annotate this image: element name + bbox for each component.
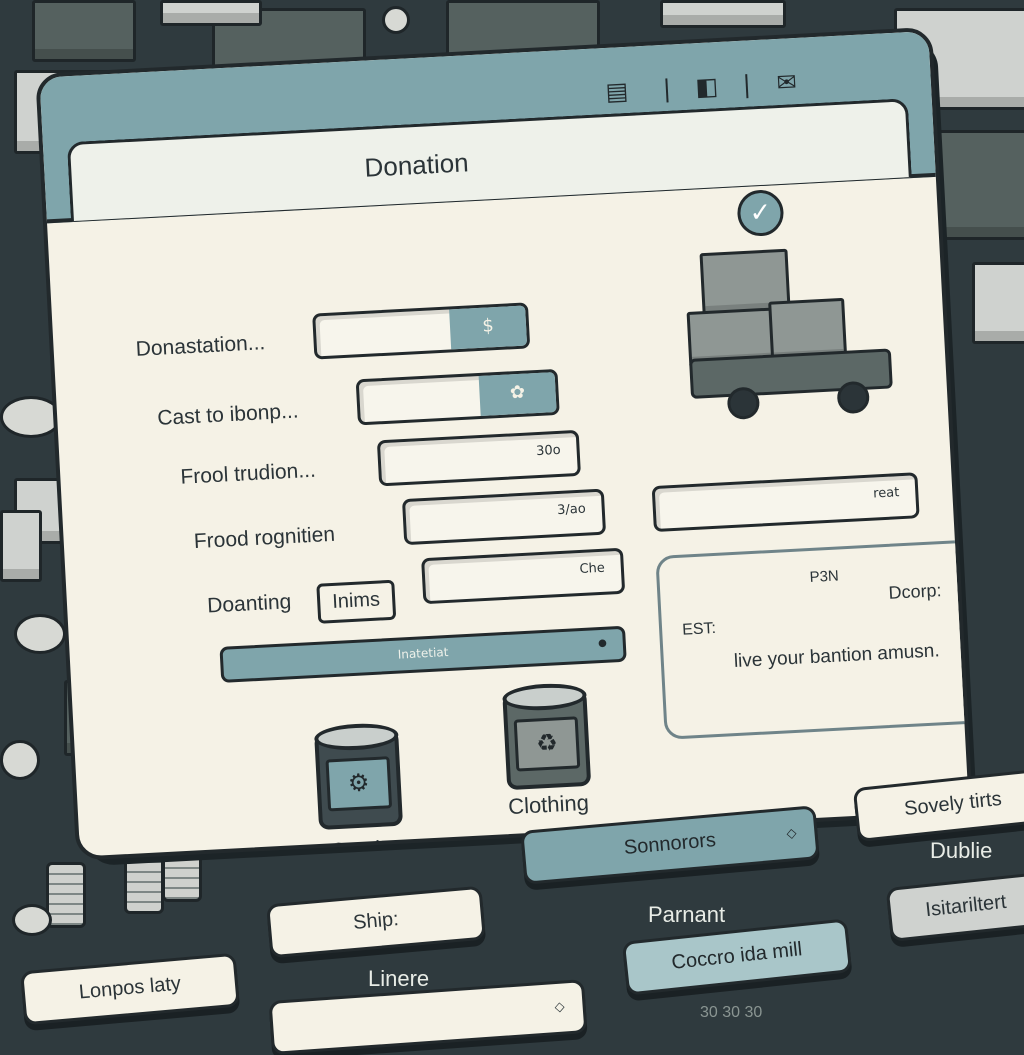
- category-can[interactable]: ♻: [501, 681, 592, 791]
- category-label: Clothing: [507, 789, 590, 820]
- form-label: Donastation...: [135, 331, 266, 361]
- dot-icon: ●: [597, 637, 608, 650]
- coin-stack-prop: [46, 862, 86, 928]
- dialog-title: Donation: [363, 147, 470, 183]
- divider-icon: |: [741, 70, 752, 99]
- crate-prop: [0, 510, 42, 582]
- right-field[interactable]: reat: [651, 472, 920, 533]
- donation-amount-field[interactable]: $: [312, 302, 531, 360]
- summary-top: P3N: [809, 567, 840, 586]
- can-icon: ♻: [513, 716, 581, 772]
- summary-left-label: EST:: [681, 619, 717, 639]
- cast-field[interactable]: ✿: [355, 368, 560, 426]
- summary-panel: P3N Dcorp: 45 EST: live your bantion amu…: [655, 536, 974, 740]
- field-value: 3/ao: [556, 501, 587, 519]
- form-label: Frood rognitien: [193, 522, 336, 554]
- linere-text: Linere: [368, 966, 430, 991]
- category-can[interactable]: ⚙: [313, 721, 404, 830]
- form-label: Cast to ibonp...: [156, 399, 300, 430]
- copy-icon[interactable]: ◧: [690, 72, 723, 102]
- wheel: [836, 380, 871, 415]
- food-recognition-field[interactable]: 3/ao: [401, 488, 607, 546]
- ship-label: Ship:: [352, 908, 400, 934]
- bar-label: Inatetiat: [397, 645, 449, 662]
- field-value: 30o: [535, 442, 562, 460]
- donating-input[interactable]: Inims: [316, 579, 397, 624]
- check-icon[interactable]: ✓: [736, 188, 785, 238]
- coin-prop: [14, 614, 66, 654]
- crate-prop: [660, 0, 786, 28]
- divider-icon: |: [662, 74, 672, 103]
- lonpos-button[interactable]: Lonpos laty: [20, 952, 240, 1026]
- coin-prop: [12, 904, 52, 936]
- coin-prop: [382, 6, 410, 34]
- istarint-label: Isitariltert: [924, 890, 1008, 922]
- dublie-text: Dublie: [930, 838, 993, 863]
- can-lid: [501, 681, 588, 713]
- chevron-icon: ◇: [554, 998, 566, 1015]
- coin-prop: [0, 740, 40, 780]
- wheel: [726, 386, 761, 421]
- field-value: reat: [872, 485, 900, 502]
- summary-note: live your bantion amusn.: [733, 640, 941, 673]
- ship-button[interactable]: Ship:: [266, 885, 486, 959]
- crate-prop: [938, 130, 1024, 240]
- crate-prop: [32, 0, 136, 62]
- form-label: Doanting: [206, 590, 292, 618]
- lonpos-label: Lonpos laty: [77, 972, 182, 1004]
- sonnorors-label: Sonnorors: [622, 829, 717, 859]
- title-bar: ▤ | ◧ | ✉: [39, 31, 936, 224]
- dollar-icon: $: [449, 305, 528, 350]
- bottom-button[interactable]: ◇: [268, 979, 588, 1055]
- coccro-label: Coccro ida mill: [670, 938, 804, 974]
- food-traction-field[interactable]: 30o: [376, 429, 581, 487]
- summary-right-label: Dcorp:: [888, 580, 942, 603]
- delivery-cart-illustration: [679, 234, 893, 434]
- parnant-text: Parnant: [648, 902, 726, 927]
- bottom-numbers: 30 30 30: [700, 1004, 763, 1021]
- progress-bar[interactable]: Inatetiat ●: [219, 625, 627, 683]
- gear-icon: ⚙: [325, 756, 393, 812]
- title-panel: [66, 98, 912, 222]
- flower-icon: ✿: [478, 372, 557, 416]
- donation-dialog: ▤ | ◧ | ✉ Donation ✓ Donastation... $ Ca…: [35, 26, 978, 867]
- dialog-body: ▤ | ◧ | ✉ Donation ✓ Donastation... $ Ca…: [35, 26, 974, 861]
- can-lid: [313, 721, 399, 753]
- form-label: Frool trudion...: [179, 458, 317, 489]
- mail-icon[interactable]: ✉: [770, 68, 803, 98]
- document-icon[interactable]: ▤: [600, 77, 633, 107]
- crate-prop: [160, 0, 262, 26]
- chevron-icon: ◇: [785, 824, 798, 841]
- crate-prop: [972, 262, 1024, 344]
- istarint-button[interactable]: Isitariltert: [885, 871, 1024, 943]
- coccro-button[interactable]: Coccro ida mill: [621, 918, 853, 996]
- sovely-label: Sovely tirts: [903, 787, 1003, 821]
